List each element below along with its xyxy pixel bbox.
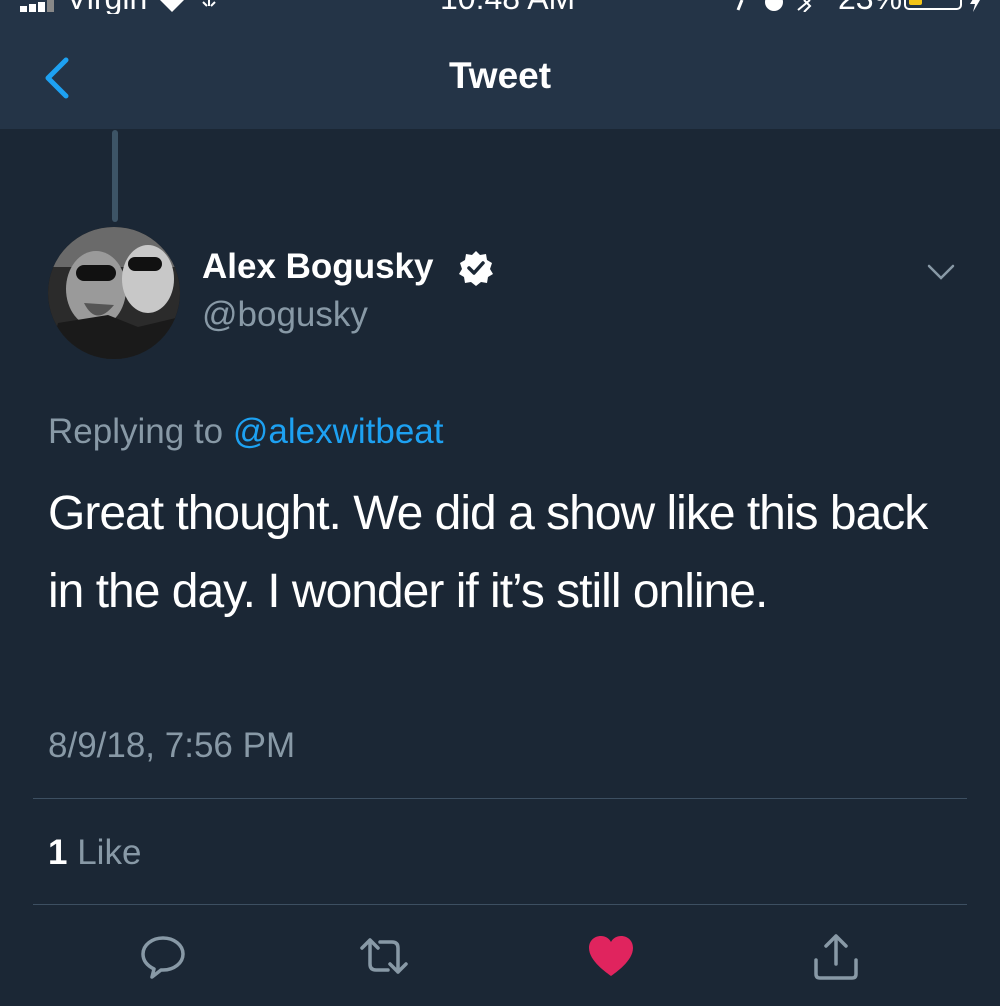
avatar-photo [48, 227, 180, 359]
like-count-label: Like [77, 833, 142, 872]
signal-icon [20, 0, 60, 12]
verified-badge-icon [459, 251, 493, 286]
carrier-label: Virgin [66, 0, 147, 14]
battery-icon [904, 0, 962, 10]
wifi-icon [160, 0, 184, 12]
charging-bolt-icon [970, 0, 980, 12]
navigation-bar: Virgin 10:48 AM 23% Tweet [0, 0, 1000, 129]
replying-to-line: Replying to @alexwitbeat [48, 412, 443, 452]
status-bar: Virgin 10:48 AM 23% [0, 0, 1000, 14]
retweet-icon[interactable] [358, 930, 410, 982]
divider [33, 798, 967, 799]
replying-to-link[interactable]: @alexwitbeat [233, 412, 444, 451]
reply-icon[interactable] [137, 930, 189, 982]
divider [33, 904, 967, 905]
likes-count[interactable]: 1 Like [48, 833, 141, 873]
tweet-text: Great thought. We did a show like this b… [48, 487, 928, 618]
replying-prefix: Replying to [48, 412, 224, 451]
status-icons [736, 0, 812, 12]
thread-connector-line [112, 130, 118, 222]
activity-icon [202, 0, 216, 7]
avatar[interactable] [48, 227, 180, 359]
author-handle[interactable]: @bogusky [202, 295, 368, 335]
like-count-number: 1 [48, 833, 68, 872]
share-icon[interactable] [810, 930, 862, 982]
author-name[interactable]: Alex Bogusky [202, 247, 433, 287]
chevron-down-icon[interactable] [924, 258, 958, 286]
tweet-timestamp: 8/9/18, 7:56 PM [48, 726, 296, 765]
heart-icon[interactable] [585, 930, 637, 982]
clock: 10:48 AM [440, 0, 575, 14]
battery-percent: 23% [838, 0, 902, 14]
page-title: Tweet [448, 55, 552, 96]
